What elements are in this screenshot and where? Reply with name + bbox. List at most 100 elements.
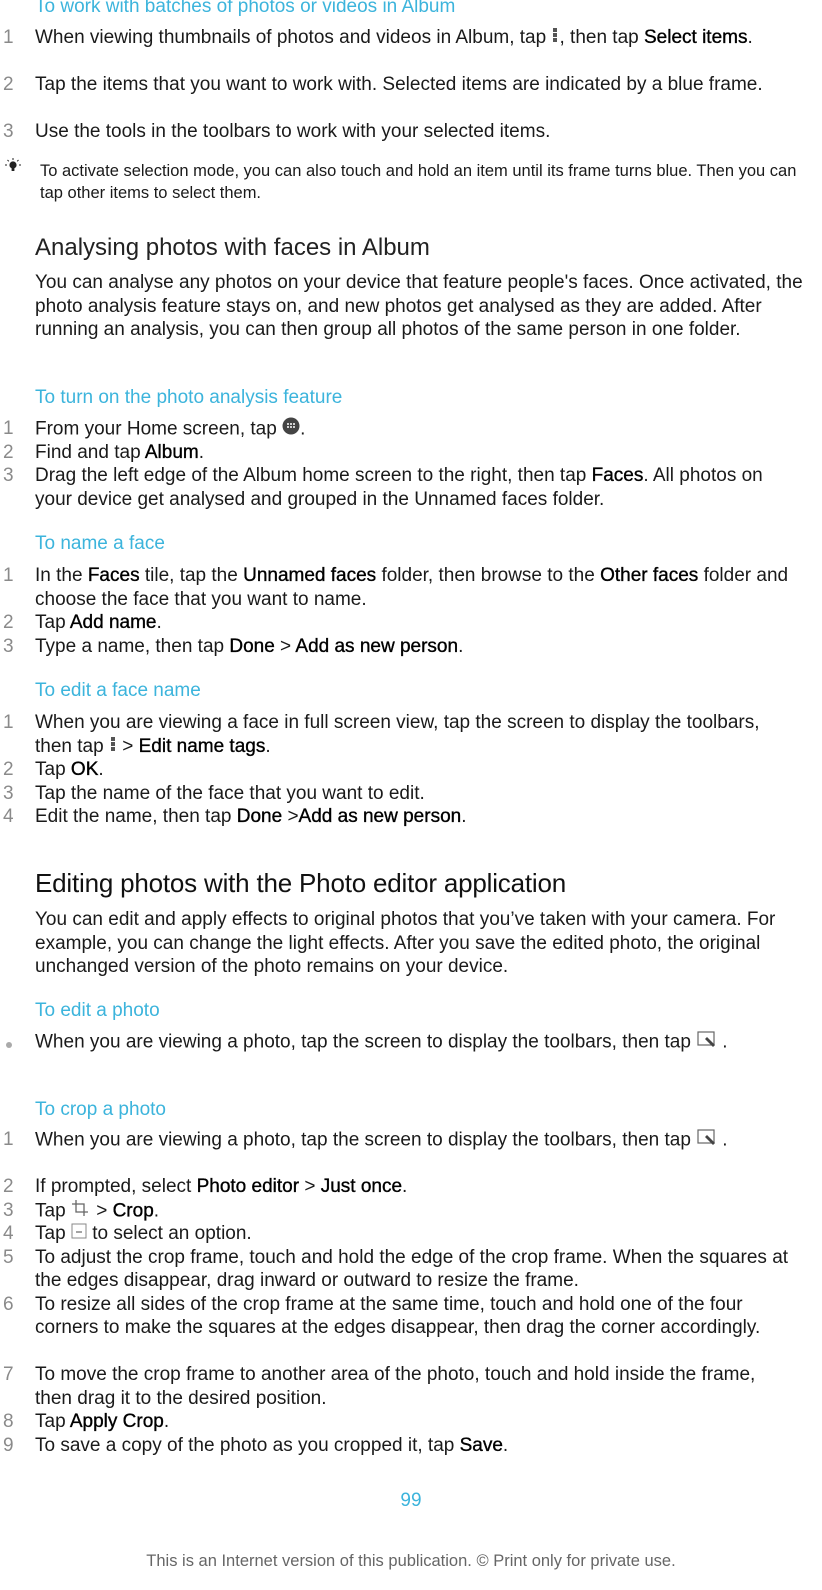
turn-on-subheading: To turn on the photo analysis feature [35,387,343,408]
step-text-fragment: To adjust the crop frame, touch and hold… [35,1246,789,1292]
step-number: 1 [3,712,14,733]
step-text: To save a copy of the photo as you cropp… [35,1434,795,1458]
step-number: 9 [3,1434,14,1456]
step-number: 3 [3,1199,14,1221]
edit-photo-subheading: To edit a photo [35,1000,160,1021]
step-text: Type a name, then tap Done > Add as new … [35,635,795,659]
ui-term: Add name [69,612,157,633]
step-number: 4 [3,1223,14,1244]
step-number: 6 [3,1293,14,1315]
tip-text: To activate selection mode, you can also… [40,162,797,202]
step-text-fragment: > [282,806,299,827]
step-text-fragment: . [461,806,467,827]
step-text-fragment: > [90,1199,113,1221]
step-number: 3 [3,465,14,486]
step-text-fragment: Tap the items that you want to work with… [35,74,763,95]
step-text-fragment: To resize all sides of the crop frame at… [35,1293,761,1339]
ui-term: Photo editor [196,1176,300,1197]
ui-term: Album [144,441,199,463]
step-text-fragment: If prompted, select [35,1176,197,1197]
step-text-fragment: folder, then browse to the [376,565,601,586]
dropdown-box-icon [71,1222,87,1246]
step-text: From your Home screen, tap . [35,417,795,442]
name-face-subheading: To name a face [35,533,165,554]
bullet-text: When you are viewing a photo, tap the sc… [35,1030,795,1055]
ui-term: Done [229,635,275,657]
editor-intro: You can edit and apply effects to origin… [35,909,776,977]
step-text-fragment: . [300,418,306,440]
step-text-fragment: . [722,1031,728,1053]
edit-face-subheading: To edit a face name [35,680,201,701]
step-text-fragment: Drag the left edge of the Album home scr… [35,465,592,486]
ui-term: Select items [644,27,748,48]
step-number: 2 [3,759,14,780]
ui-term: Edit name tags [138,735,266,757]
apps-grid-icon [282,417,300,442]
step-text-fragment: . [163,1411,170,1432]
step-text: Tap Add name. [35,611,795,635]
step-text-fragment: Tap the name of the face that you want t… [35,782,425,804]
step-number: 1 [3,418,14,439]
step-text: Edit the name, then tap Done >Add as new… [35,805,795,829]
step-text: Tap the name of the face that you want t… [35,782,795,806]
menu-dots-icon [109,735,117,759]
step-text-fragment: , then tap [559,27,644,48]
step-number: 3 [3,782,14,804]
step-text-fragment: > [299,1176,321,1197]
footer-notice: This is an Internet version of this publ… [146,1552,676,1570]
step-number: 5 [3,1246,14,1268]
step-text: To move the crop frame to another area o… [35,1363,795,1410]
step-text-fragment: . [747,27,753,48]
step-text: Use the tools in the toolbars to work wi… [35,120,795,144]
batches-subheading: To work with batches of photos or videos… [35,0,456,17]
faces-intro: You can analyse any photos on your devic… [35,272,803,340]
step-text-fragment: In the [35,565,88,586]
faces-heading: Analysing photos with faces in Album [35,234,430,261]
step-text-fragment: Find and tap [35,441,145,463]
edit-photo-icon [696,1128,722,1153]
step-text-fragment: When viewing thumbnails of photos and vi… [35,27,552,48]
bullet-dot [6,1042,12,1048]
step-text: If prompted, select Photo editor > Just … [35,1175,795,1199]
step-text: Find and tap Album. [35,441,795,465]
ui-term: Add as new person [295,635,459,657]
step-number: 2 [3,441,14,463]
step-text-fragment: . [458,635,464,657]
editor-heading: Editing photos with the Photo editor app… [35,868,566,898]
step-text-fragment: . [98,759,104,780]
step-text-fragment: . [502,1434,509,1456]
step-text-fragment: Edit the name, then tap [35,806,237,827]
step-number: 2 [3,1176,14,1197]
step-text: To resize all sides of the crop frame at… [35,1293,795,1340]
crop-photo-subheading: To crop a photo [35,1099,166,1120]
step-number: 2 [3,612,14,633]
step-number: 2 [3,74,14,95]
step-number: 1 [3,565,14,586]
step-number: 3 [3,121,14,142]
step-text-fragment: . [402,1176,408,1197]
crop-icon [71,1199,91,1224]
step-text-fragment: Use the tools in the toolbars to work wi… [35,121,551,142]
page-number: 99 [400,1490,422,1511]
step-number: 1 [3,27,14,48]
step-text-fragment: . [265,735,271,757]
step-text: Tap the items that you want to work with… [35,73,795,97]
ui-term: Done [236,806,283,827]
step-text-fragment: > [274,635,296,657]
step-text-fragment: Tap [35,1223,71,1244]
lightbulb-icon [2,158,24,181]
step-number: 7 [3,1364,14,1385]
ui-term: Save [459,1434,503,1456]
step-text-fragment: to select an option. [86,1223,252,1244]
step-text: When you are viewing a photo, tap the sc… [35,1128,795,1153]
step-text-fragment: . [153,1199,160,1221]
step-text-fragment: Tap [35,1199,71,1221]
step-text: To adjust the crop frame, touch and hold… [35,1246,795,1293]
step-text: When you are viewing a face in full scre… [35,711,795,758]
step-text-fragment: tile, tap the [139,565,244,586]
step-text-fragment: Tap [35,1411,70,1432]
step-text: Drag the left edge of the Album home scr… [35,464,795,511]
step-text: In the Faces tile, tap the Unnamed faces… [35,564,795,611]
step-text-fragment: Tap [35,612,70,633]
step-text-fragment: To move the crop frame to another area o… [35,1364,756,1409]
